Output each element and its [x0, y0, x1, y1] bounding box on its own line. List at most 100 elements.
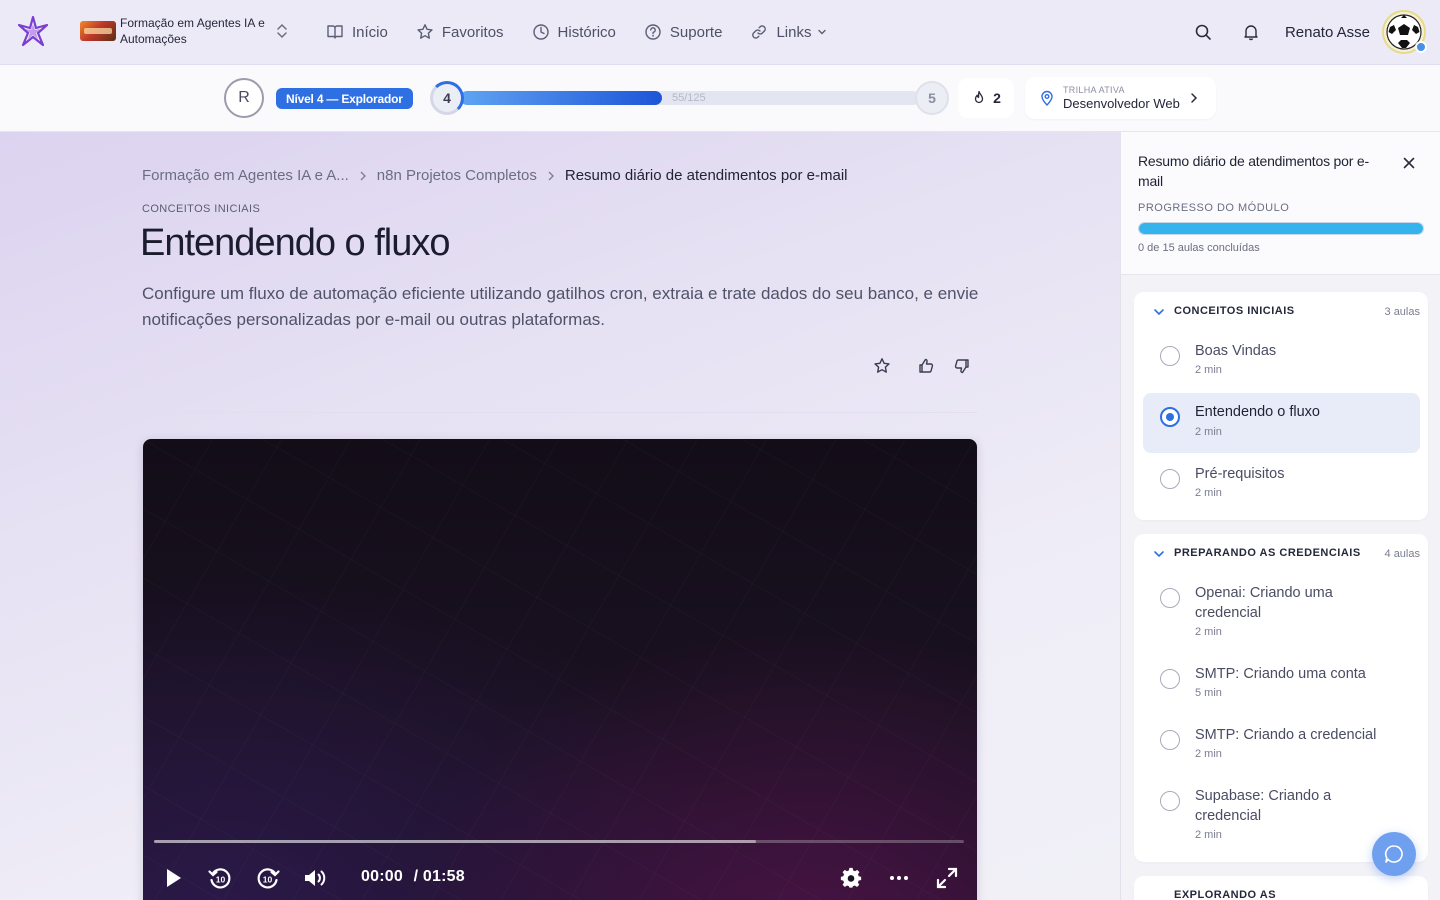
breadcrumb: Formação em Agentes IA e A... n8n Projet… [142, 167, 848, 184]
lesson-item-name: Openai: Criando uma credencial [1195, 585, 1333, 621]
lesson-item-name: Pré-requisitos [1195, 466, 1285, 482]
video-buffered [154, 840, 756, 843]
lesson-item-duration: 2 min [1195, 748, 1222, 760]
lesson-status-radio-active [1160, 407, 1180, 427]
user-area: Renato Asse [1191, 10, 1427, 54]
lesson-status-radio [1160, 791, 1180, 811]
play-button[interactable] [160, 865, 186, 891]
module-progress-label: PROGRESSO DO MÓDULO [1138, 202, 1290, 214]
module-header[interactable]: PREPARANDO AS CREDENCIAIS 4 aulas [1134, 534, 1428, 576]
forward-10-icon: 10 [257, 868, 280, 889]
breadcrumb-module[interactable]: n8n Projetos Completos [377, 167, 537, 184]
rewind-button[interactable]: 10 [207, 865, 233, 891]
user-avatar[interactable] [1382, 10, 1427, 54]
sidebar-title: Resumo diário de atendimentos por e-mail [1138, 153, 1369, 189]
lesson-item-name: SMTP: Criando a credencial [1195, 727, 1377, 743]
module-lesson-count: 3 aulas [1384, 306, 1420, 318]
rewind-seconds: 10 [216, 875, 226, 885]
divider [142, 412, 977, 413]
xp-text: 55/125 [672, 92, 706, 104]
app-logo-icon[interactable] [16, 15, 50, 49]
forward-button[interactable]: 10 [255, 865, 281, 891]
module-header[interactable]: EXPLORANDO AS [1134, 876, 1428, 900]
thumbs-up-icon [919, 358, 934, 373]
lesson-item[interactable]: SMTP: Criando a credencial 2 min [1143, 716, 1420, 776]
play-icon [167, 869, 181, 887]
chevron-down-icon [1154, 551, 1164, 558]
lesson-item-active[interactable]: Entendendo o fluxo 2 min [1143, 393, 1420, 453]
lesson-item-name: SMTP: Criando uma conta [1195, 666, 1366, 682]
xp-progress-fill [460, 91, 663, 105]
lesson-actions [872, 356, 972, 376]
star-icon [874, 358, 890, 373]
lesson-status-radio [1160, 469, 1180, 489]
module-lesson-count: 4 aulas [1384, 548, 1420, 560]
lesson-item-duration: 2 min [1195, 364, 1222, 376]
video-time: 00:00 / 01:58 [361, 868, 465, 886]
breadcrumb-course[interactable]: Formação em Agentes IA e A... [142, 167, 349, 184]
lesson-item-name: Supabase: Criando a credencial [1195, 788, 1332, 824]
nav-historico[interactable]: Histórico [532, 20, 616, 44]
page-title: Entendendo o fluxo [140, 222, 450, 264]
nav-links[interactable]: Links [750, 20, 827, 44]
lesson-item-duration: 5 min [1195, 687, 1222, 699]
module-progress-count: 0 de 15 aulas concluídas [1138, 242, 1260, 254]
next-level: 5 [915, 81, 949, 115]
gear-icon [840, 867, 862, 888]
gamification-bar: R Nível 4 — Explorador 55/125 4 5 2 TRIL… [0, 65, 1440, 132]
video-current-time: 00:00 [361, 868, 403, 885]
close-icon [1403, 157, 1415, 169]
volume-button[interactable] [303, 865, 329, 891]
user-name[interactable]: Renato Asse [1285, 24, 1370, 41]
lesson-item-duration: 2 min [1195, 426, 1222, 438]
nav-label: Início [352, 23, 388, 41]
map-pin-icon [1041, 90, 1053, 106]
course-name: Formação em Agentes IA e Automações [120, 16, 265, 46]
course-outline-sidebar: Resumo diário de atendimentos por e-mail… [1120, 132, 1440, 900]
lesson-item[interactable]: Boas Vindas 2 min [1143, 332, 1420, 392]
nav-label: Favoritos [441, 23, 504, 41]
streak-counter[interactable]: 2 [958, 78, 1014, 118]
dislike-button[interactable] [952, 356, 972, 376]
module-header[interactable]: CONCEITOS INICIAIS 3 aulas [1134, 292, 1428, 334]
online-status-dot [1415, 41, 1427, 53]
video-seek-bar[interactable] [154, 840, 964, 843]
chat-bubble-icon [1384, 845, 1403, 863]
module-preparando-credenciais: PREPARANDO AS CREDENCIAIS 4 aulas Openai… [1134, 534, 1428, 862]
book-icon [327, 25, 343, 39]
fullscreen-icon [936, 867, 958, 889]
star-icon [417, 24, 433, 39]
user-initial-avatar[interactable]: R [224, 78, 264, 118]
lesson-item[interactable]: Pré-requisitos 2 min [1143, 455, 1420, 515]
favorite-button[interactable] [872, 356, 892, 376]
module-name: CONCEITOS INICIAIS [1174, 305, 1295, 317]
nav-suporte[interactable]: Suporte [644, 20, 722, 44]
lesson-item[interactable]: Openai: Criando uma credencial 2 min [1143, 574, 1420, 652]
main-nav: Início Favoritos Histórico Suporte Links [326, 20, 855, 44]
search-button[interactable] [1191, 20, 1215, 44]
notifications-button[interactable] [1239, 20, 1263, 44]
lesson-status-radio [1160, 346, 1180, 366]
nav-favoritos[interactable]: Favoritos [416, 20, 504, 44]
forward-seconds: 10 [263, 875, 273, 885]
settings-button[interactable] [838, 865, 864, 891]
video-player[interactable]: 10 10 00:00 / 01:58 [143, 439, 977, 900]
chat-button[interactable] [1372, 832, 1416, 876]
lesson-status-radio [1160, 730, 1180, 750]
more-options-button[interactable] [886, 865, 912, 891]
lesson-item-name: Boas Vindas [1195, 343, 1277, 359]
fullscreen-button[interactable] [934, 865, 960, 891]
module-name: EXPLORANDO AS [1174, 889, 1277, 900]
course-switcher[interactable]: Formação em Agentes IA e Automações [80, 15, 288, 47]
lesson-item[interactable]: SMTP: Criando uma conta 5 min [1143, 655, 1420, 715]
nav-label: Links [776, 23, 812, 41]
nav-inicio[interactable]: Início [326, 20, 388, 44]
active-trail-button[interactable]: TRILHA ATIVA Desenvolvedor Web [1025, 77, 1216, 119]
close-sidebar-button[interactable] [1400, 154, 1418, 172]
lesson-section-label: CONCEITOS INICIAIS [142, 203, 261, 215]
module-conceitos-iniciais: CONCEITOS INICIAIS 3 aulas Boas Vindas 2… [1134, 292, 1428, 520]
level-badge: Nível 4 — Explorador [276, 88, 413, 109]
flame-icon [974, 90, 984, 104]
lesson-status-radio [1160, 669, 1180, 689]
like-button[interactable] [916, 356, 936, 376]
